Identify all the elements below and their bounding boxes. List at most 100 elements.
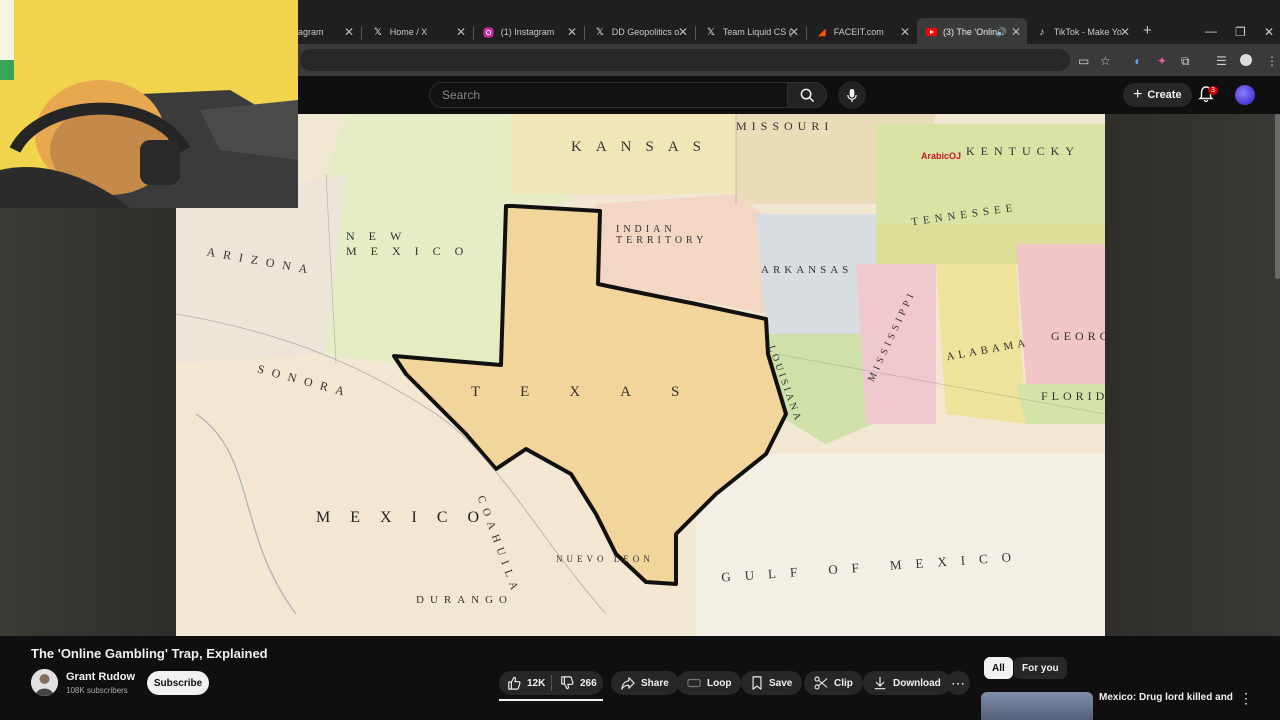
georgia-region — [1016, 244, 1105, 384]
close-icon[interactable]: ✕ — [789, 25, 799, 39]
browser-tab[interactable]: 𝕏 DD Geopolitics o ✕ — [586, 18, 694, 46]
map-label: DURANGO — [416, 594, 513, 606]
save-label: Save — [769, 677, 793, 689]
map-label: KENTUCKY — [966, 144, 1080, 158]
close-icon[interactable]: ✕ — [567, 25, 577, 39]
browser-tab[interactable]: agram ✕ — [290, 18, 360, 46]
tab-title: TikTok - Make Yo — [1053, 27, 1122, 37]
recommended-video-thumbnail[interactable] — [981, 692, 1093, 720]
notification-badge: 3 — [1208, 86, 1218, 95]
search-input[interactable] — [430, 83, 787, 107]
restore-icon[interactable]: ❐ — [1235, 25, 1246, 39]
voice-search-button[interactable] — [838, 81, 866, 109]
clip-label: Clip — [834, 677, 853, 689]
share-button[interactable]: Share — [611, 671, 679, 695]
map-label: FLORIDA — [1041, 389, 1105, 403]
tab-title: Home / X — [389, 27, 428, 37]
tab-title: (3) The 'Onlin — [943, 27, 998, 37]
webcam-overlay — [0, 0, 298, 208]
more-actions-button[interactable]: ⋯ — [946, 671, 970, 695]
loop-label: Loop — [707, 677, 732, 689]
like-progress-underline — [499, 699, 603, 701]
browser-tab[interactable]: ♪ TikTok - Make Yo ✕ — [1028, 18, 1136, 46]
browser-tab-active[interactable]: (3) The 'Onlin 🔊 ✕ — [917, 18, 1027, 46]
chip-all[interactable]: All — [984, 657, 1013, 679]
browser-tab[interactable]: ◢ FACEIT.com ✕ — [808, 18, 916, 46]
browser-tab[interactable]: 𝕏 Team Liquid CS ( ✕ — [697, 18, 805, 46]
close-icon[interactable]: ✕ — [1011, 25, 1021, 39]
instagram-icon — [483, 26, 495, 38]
search-icon — [800, 88, 814, 102]
tab-title: (1) Instagram — [500, 27, 555, 37]
channel-avatar[interactable] — [31, 669, 58, 696]
video-frame-map[interactable]: KANSAS MISSOURI KENTUCKY NEW MEXICO INDI… — [176, 114, 1105, 636]
like-button[interactable]: 12K — [499, 671, 551, 695]
media-control-icon[interactable]: ☰ — [1216, 54, 1227, 68]
search-button[interactable] — [787, 82, 827, 108]
minimize-icon[interactable]: — — [1205, 24, 1217, 38]
bookmark-star-icon[interactable]: ☆ — [1100, 54, 1111, 68]
loop-button[interactable]: Loop — [677, 671, 742, 695]
search-box[interactable] — [429, 82, 787, 108]
streamer-image — [0, 0, 298, 208]
bookmark-icon — [752, 676, 762, 690]
x-icon: 𝕏 — [373, 26, 382, 38]
like-dislike-group: 12K 266 — [499, 671, 603, 695]
chip-for-you[interactable]: For you — [1014, 657, 1067, 679]
close-icon[interactable]: ✕ — [900, 25, 910, 39]
close-icon[interactable]: ✕ — [456, 25, 466, 39]
map-label: ARKANSAS — [761, 264, 853, 276]
browser-tab[interactable]: (1) Instagram ✕ — [475, 18, 583, 46]
download-icon — [874, 676, 886, 690]
profile-icon[interactable] — [1240, 54, 1252, 66]
x-icon: 𝕏 — [595, 26, 604, 38]
address-bar[interactable] — [300, 49, 1070, 71]
account-avatar[interactable] — [1235, 85, 1255, 105]
tab-separator — [695, 26, 696, 40]
extensions-puzzle-icon[interactable]: ⧉ — [1181, 54, 1190, 69]
channel-name[interactable]: Grant Rudow — [66, 671, 135, 683]
youtube-icon — [925, 26, 937, 38]
download-button[interactable]: Download — [863, 671, 951, 695]
share-icon — [621, 677, 635, 690]
map-label: MISSOURI — [736, 119, 834, 133]
close-icon[interactable]: ✕ — [678, 25, 688, 39]
save-button[interactable]: Save — [741, 671, 803, 695]
subscriber-count: 108K subscribers — [66, 686, 128, 695]
tab-title: FACEIT.com — [833, 27, 884, 37]
cast-icon[interactable]: ▭ — [1078, 54, 1089, 68]
plus-icon: + — [1133, 86, 1143, 103]
speaker-icon[interactable]: 🔊 — [996, 27, 1007, 38]
map-label: INDIAN TERRITORY — [616, 224, 708, 246]
menu-kebab-icon[interactable]: ⋮ — [1266, 54, 1278, 68]
loop-icon — [687, 678, 701, 688]
dislike-button[interactable]: 266 — [552, 671, 597, 695]
close-icon[interactable]: ✕ — [1120, 25, 1130, 39]
map-label: KANSAS — [571, 139, 716, 155]
clip-button[interactable]: Clip — [804, 671, 863, 695]
extension-icon[interactable]: ✦ — [1157, 54, 1167, 68]
scissors-icon — [814, 676, 828, 690]
subscribe-button[interactable]: Subscribe — [147, 671, 209, 695]
extension-icon[interactable]: ◖ — [1133, 54, 1140, 68]
avatar-image — [31, 669, 58, 696]
create-button[interactable]: + Create — [1123, 83, 1192, 107]
create-label: Create — [1147, 89, 1182, 101]
faceit-icon: ◢ — [818, 26, 826, 38]
browser-tab[interactable]: 𝕏 Home / X ✕ — [364, 18, 472, 46]
thumbs-down-icon — [561, 676, 574, 690]
microphone-icon — [847, 88, 857, 102]
tab-separator — [584, 26, 585, 40]
tab-title: DD Geopolitics o — [611, 27, 680, 37]
map-label: NEW MEXICO — [346, 229, 478, 258]
tab-separator — [806, 26, 807, 40]
window-close-icon[interactable]: ✕ — [1264, 25, 1274, 39]
stream-overlay-text: ArabicOJ — [921, 151, 962, 161]
map-label: TEXAS — [471, 384, 720, 400]
page-scrollbar[interactable] — [1275, 114, 1280, 279]
more-vertical-icon[interactable]: ⋮ — [1239, 690, 1253, 707]
close-icon[interactable]: ✕ — [344, 25, 354, 39]
new-tab-button[interactable]: + — [1143, 22, 1152, 39]
dislike-count: 266 — [580, 677, 597, 689]
recommended-video-title[interactable]: Mexico: Drug lord killed and — [1099, 692, 1233, 703]
